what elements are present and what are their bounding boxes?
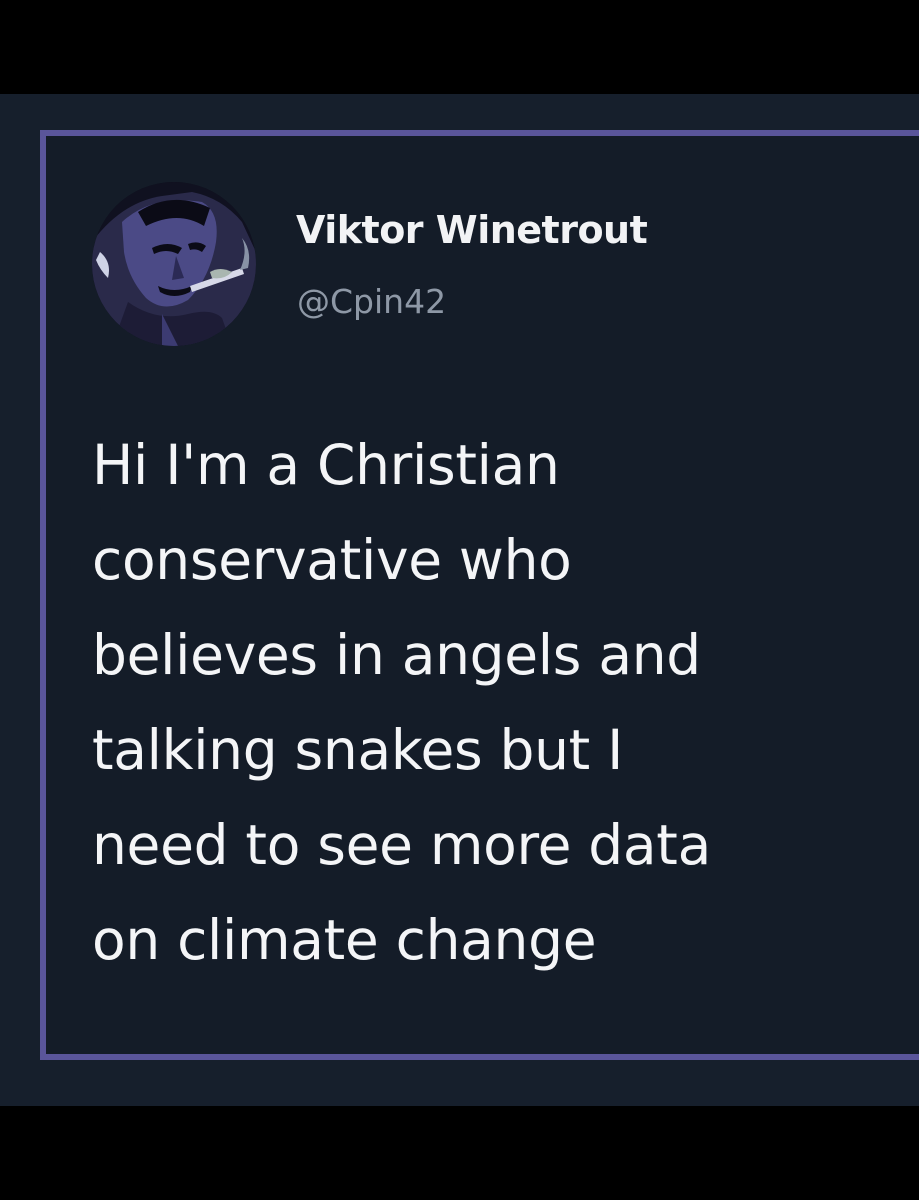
- tweet-text-line: on climate change: [92, 908, 597, 972]
- avatar[interactable]: [92, 182, 256, 346]
- tweet-text-line: Hi I'm a Christian: [92, 433, 560, 497]
- tweet-card: Viktor Winetrout @Cpin42 Hi I'm a Christ…: [40, 130, 919, 1060]
- tweet-text-line: need to see more data: [92, 813, 711, 877]
- tweet-text-line: believes in angels and: [92, 623, 701, 687]
- tweet-text-line: talking snakes but I: [92, 718, 624, 782]
- tweet-text-line: conservative who: [92, 528, 572, 592]
- tweet-text: Hi I'm a Christian conservative who beli…: [92, 418, 892, 988]
- author-display-name[interactable]: Viktor Winetrout: [296, 208, 648, 252]
- comic-portrait-smoking-avatar-icon: [92, 182, 256, 346]
- author-handle[interactable]: @Cpin42: [297, 282, 446, 321]
